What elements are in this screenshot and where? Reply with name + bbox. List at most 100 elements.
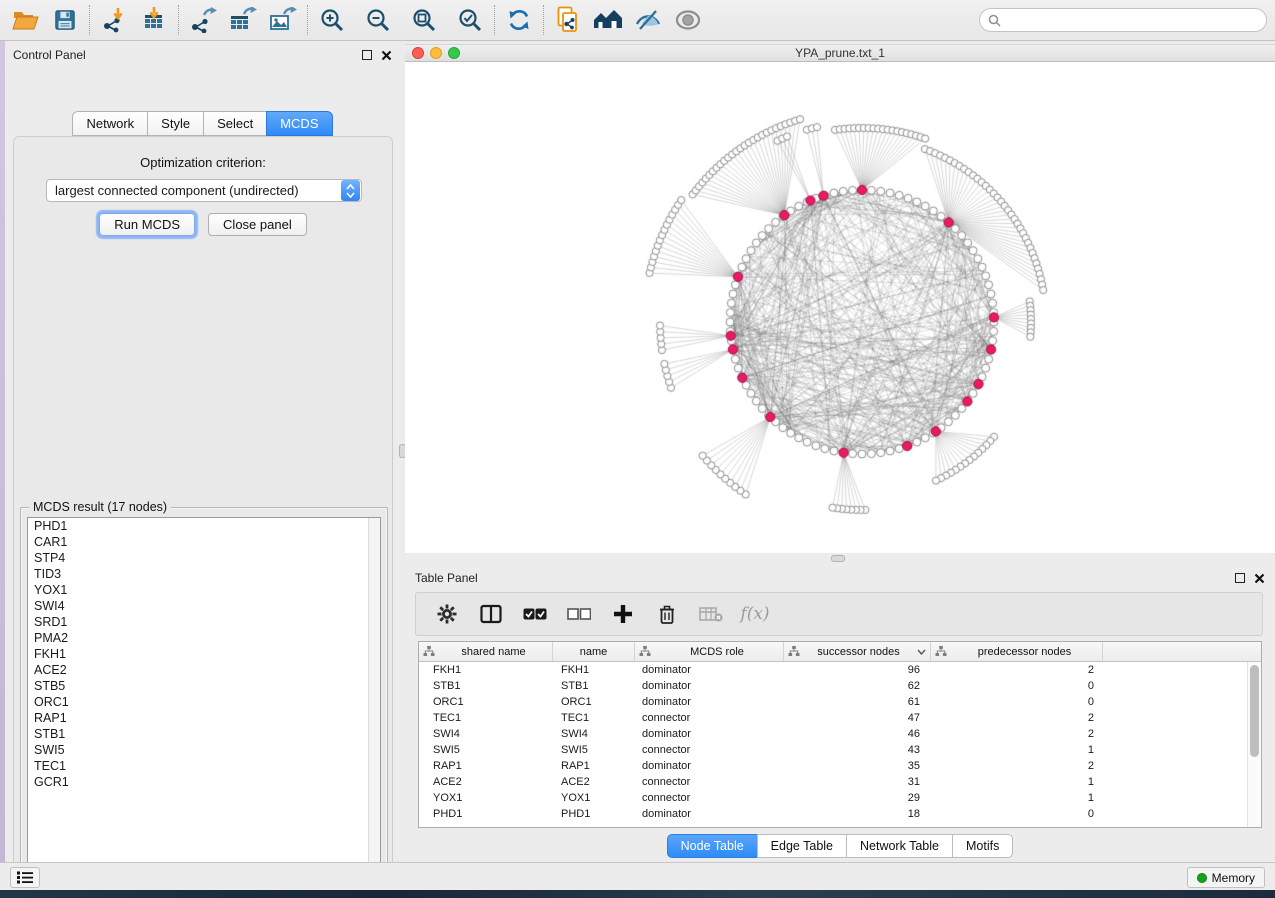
run-mcds-button[interactable]: Run MCDS <box>99 213 195 236</box>
hide-graphics-details-icon[interactable] <box>631 4 665 36</box>
cell: dominator <box>635 808 784 820</box>
table-row-orc1[interactable]: ORC1ORC1dominator610 <box>419 694 1261 710</box>
cell: 61 <box>784 696 931 708</box>
mcds-result-item[interactable]: ACE2 <box>28 662 380 678</box>
mcds-result-item[interactable]: FKH1 <box>28 646 380 662</box>
deselect-all-checkboxes-icon[interactable] <box>564 599 594 629</box>
mcds-result-item[interactable]: TID3 <box>28 566 380 582</box>
mcds-result-item[interactable]: GCR1 <box>28 774 380 790</box>
cell: STB1 <box>419 680 553 692</box>
mcds-result-item[interactable]: SWI5 <box>28 742 380 758</box>
tab-network-table[interactable]: Network Table <box>846 834 952 858</box>
criterion-dropdown[interactable]: largest connected component (undirected) <box>46 179 362 202</box>
open-session-icon[interactable] <box>8 4 42 36</box>
select-all-checkboxes-icon[interactable] <box>520 599 550 629</box>
home-views-icon[interactable] <box>591 4 625 36</box>
tab-network[interactable]: Network <box>72 111 147 136</box>
horizontal-splitter-grip[interactable] <box>831 555 845 562</box>
tab-select[interactable]: Select <box>203 111 266 136</box>
column-header-shared-name[interactable]: shared name <box>419 642 553 661</box>
toolbar-separator <box>178 5 179 35</box>
table-row-swi4[interactable]: SWI4SWI4dominator462 <box>419 726 1261 742</box>
mcds-result-item[interactable]: TEC1 <box>28 758 380 774</box>
table-row-yox1[interactable]: YOX1YOX1connector291 <box>419 790 1261 806</box>
mcds-result-item[interactable]: STP4 <box>28 550 380 566</box>
toolbar-separator <box>543 5 544 35</box>
cell: connector <box>635 712 784 724</box>
mcds-result-item[interactable]: PMA2 <box>28 630 380 646</box>
save-session-icon[interactable] <box>48 4 82 36</box>
search-input[interactable] <box>1006 13 1258 27</box>
mcds-list-scrollbar[interactable] <box>368 518 380 874</box>
mcds-result-item[interactable]: STB1 <box>28 726 380 742</box>
cell: RAP1 <box>419 760 553 772</box>
show-columns-icon[interactable] <box>476 599 506 629</box>
toolbar-separator <box>494 5 495 35</box>
mcds-result-item[interactable]: CAR1 <box>28 534 380 550</box>
mcds-result-item[interactable]: RAP1 <box>28 710 380 726</box>
search-field[interactable] <box>979 8 1267 32</box>
export-table-icon[interactable] <box>226 4 260 36</box>
table-row-fkh1[interactable]: FKH1FKH1dominator962 <box>419 662 1261 678</box>
float-table-panel-icon[interactable] <box>1235 573 1245 583</box>
table-settings-gear-icon[interactable] <box>432 599 462 629</box>
mcds-result-item[interactable]: ORC1 <box>28 694 380 710</box>
tab-node-table[interactable]: Node Table <box>667 834 757 858</box>
memory-status-icon <box>1197 873 1207 883</box>
mcds-result-item[interactable]: STB5 <box>28 678 380 694</box>
network-window-titlebar[interactable]: YPA_prune.txt_1 <box>405 44 1275 62</box>
apply-layout-icon[interactable] <box>502 4 536 36</box>
tab-mcds[interactable]: MCDS <box>266 111 332 136</box>
column-header-name[interactable]: name <box>553 642 635 661</box>
network-canvas[interactable] <box>405 62 1275 553</box>
zoom-fit-icon[interactable] <box>407 4 441 36</box>
criterion-dropdown-value: largest connected component (undirected) <box>47 183 341 198</box>
cell: STB1 <box>553 680 635 692</box>
mcds-result-item[interactable]: SWI4 <box>28 598 380 614</box>
close-panel-icon[interactable] <box>381 50 392 61</box>
memory-button[interactable]: Memory <box>1187 867 1265 888</box>
task-history-button[interactable] <box>10 867 40 888</box>
cell: 2 <box>931 712 1103 724</box>
close-table-panel-icon[interactable] <box>1254 573 1265 584</box>
table-row-tec1[interactable]: TEC1TEC1connector472 <box>419 710 1261 726</box>
import-network-icon[interactable] <box>97 4 131 36</box>
tab-style[interactable]: Style <box>147 111 203 136</box>
cell: TEC1 <box>419 712 553 724</box>
column-header-predecessor-nodes[interactable]: predecessor nodes <box>931 642 1103 661</box>
mcds-result-list: PHD1CAR1STP4TID3YOX1SWI4SRD1PMA2FKH1ACE2… <box>27 517 381 875</box>
delete-rows-icon[interactable] <box>652 599 682 629</box>
network-window-title: YPA_prune.txt_1 <box>405 46 1275 60</box>
delete-table-icon <box>696 599 726 629</box>
mcds-result-item[interactable]: YOX1 <box>28 582 380 598</box>
table-row-phd1[interactable]: PHD1PHD1dominator180 <box>419 806 1261 822</box>
float-panel-icon[interactable] <box>362 50 372 60</box>
export-network-icon[interactable] <box>186 4 220 36</box>
mcds-result-item[interactable]: PHD1 <box>28 518 380 534</box>
close-panel-button[interactable]: Close panel <box>208 213 307 236</box>
tab-motifs[interactable]: Motifs <box>952 834 1013 858</box>
add-row-icon[interactable] <box>608 599 638 629</box>
clone-network-icon[interactable] <box>551 4 585 36</box>
cell: dominator <box>635 680 784 692</box>
column-header-mcds-role[interactable]: MCDS role <box>635 642 784 661</box>
show-view-icon[interactable] <box>671 4 705 36</box>
cell: 18 <box>784 808 931 820</box>
column-header-filler <box>1103 642 1261 661</box>
node-table-header: shared namenameMCDS rolesuccessor nodesp… <box>419 642 1261 662</box>
export-image-icon[interactable] <box>266 4 300 36</box>
table-row-stb1[interactable]: STB1STB1dominator620 <box>419 678 1261 694</box>
table-scrollbar-thumb[interactable] <box>1250 665 1259 757</box>
import-table-icon[interactable] <box>137 4 171 36</box>
table-scrollbar[interactable] <box>1247 662 1261 827</box>
table-row-rap1[interactable]: RAP1RAP1dominator352 <box>419 758 1261 774</box>
table-row-ace2[interactable]: ACE2ACE2connector311 <box>419 774 1261 790</box>
zoom-in-icon[interactable] <box>315 4 349 36</box>
zoom-selected-icon[interactable] <box>453 4 487 36</box>
table-row-swi5[interactable]: SWI5SWI5connector431 <box>419 742 1261 758</box>
mcds-result-item[interactable]: SRD1 <box>28 614 380 630</box>
main-toolbar <box>0 0 1275 41</box>
tab-edge-table[interactable]: Edge Table <box>757 834 846 858</box>
column-header-successor-nodes[interactable]: successor nodes <box>784 642 931 661</box>
zoom-out-icon[interactable] <box>361 4 395 36</box>
